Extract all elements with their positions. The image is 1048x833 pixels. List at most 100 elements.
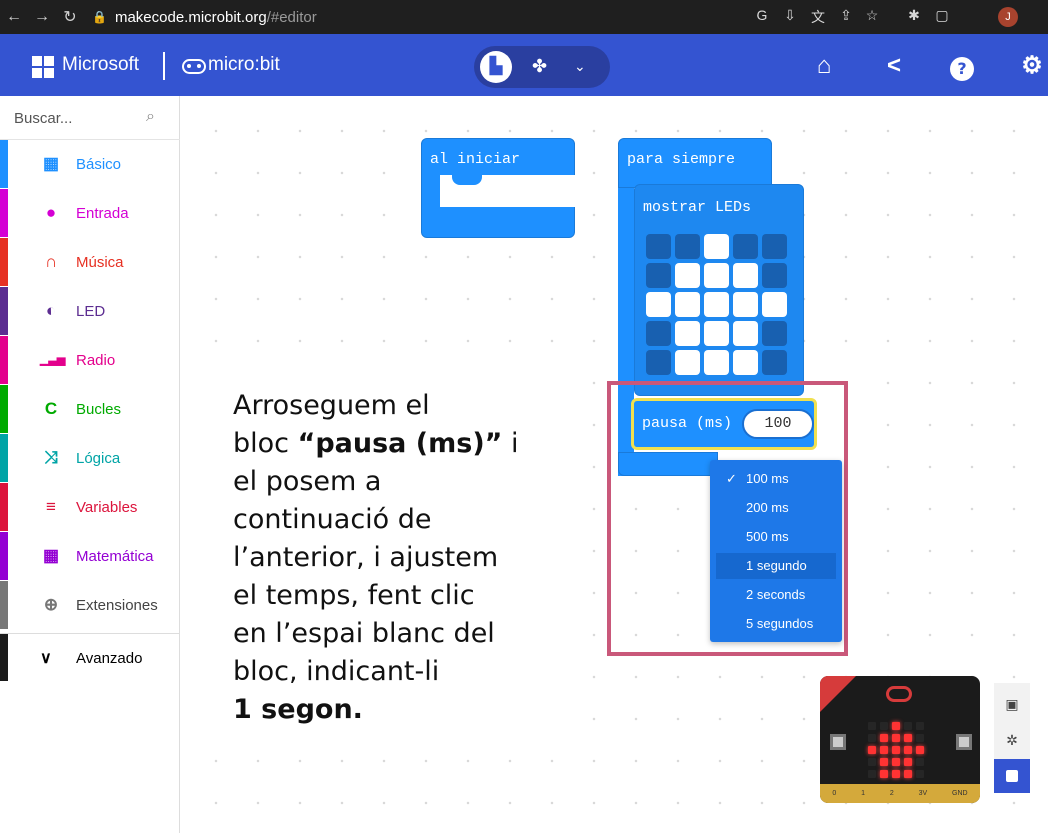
led-cell[interactable]: [704, 263, 729, 288]
led-cell[interactable]: [762, 263, 787, 288]
led-cell[interactable]: [733, 263, 758, 288]
category-item[interactable]: ◐ LED: [0, 287, 180, 335]
led-cell[interactable]: [675, 263, 700, 288]
dropdown-option-label: 2 seconds: [746, 587, 806, 602]
led-cell[interactable]: [675, 321, 700, 346]
touch-logo[interactable]: [886, 686, 912, 702]
reload-icon[interactable]: ↻: [56, 7, 84, 27]
bookmark-star-icon[interactable]: ☆: [862, 7, 882, 27]
led-cell[interactable]: [762, 350, 787, 375]
chevron-down-icon[interactable]: ⌄: [574, 58, 586, 75]
dropdown-option[interactable]: 200 ms: [716, 495, 836, 521]
browser-toolbar: ← → ↻ 🔒 makecode.microbit.org/#editor G …: [0, 0, 1048, 34]
search-input[interactable]: Buscar...: [14, 110, 72, 127]
simulator-toolbar: ▣ ✲: [994, 683, 1030, 793]
category-item[interactable]: ▦ Básico: [0, 140, 180, 188]
led-cell[interactable]: [675, 292, 700, 317]
product-name[interactable]: micro:bit: [208, 54, 280, 76]
forever-block[interactable]: para siempre: [618, 138, 772, 188]
led-cell[interactable]: [646, 263, 671, 288]
on-start-empty-slot[interactable]: [440, 175, 576, 207]
led-cell[interactable]: [675, 350, 700, 375]
address-bar[interactable]: 🔒 makecode.microbit.org/#editor: [92, 4, 317, 30]
search-box[interactable]: Buscar... ⌕: [0, 96, 180, 140]
install-icon[interactable]: ⇩: [780, 7, 800, 27]
sidepanel-icon[interactable]: ▢: [932, 7, 952, 27]
led-cell[interactable]: [646, 234, 671, 259]
simulator-led: [916, 734, 924, 742]
translate-icon[interactable]: 文: [808, 7, 828, 27]
led-cell[interactable]: [675, 234, 700, 259]
category-label: Radio: [76, 352, 116, 369]
python-mode-icon[interactable]: ✤: [532, 56, 547, 77]
search-icon[interactable]: ⌕: [146, 108, 155, 126]
category-item[interactable]: C Bucles: [0, 385, 180, 433]
dropdown-option[interactable]: 5 segundos: [716, 611, 836, 637]
screenshot-icon[interactable]: ▣: [994, 687, 1030, 721]
dropdown-option-label: 100 ms: [746, 471, 789, 486]
led-cell[interactable]: [733, 350, 758, 375]
microbit-simulator[interactable]: 0 1 2 3V GND: [820, 676, 980, 803]
pin-label[interactable]: GND: [952, 790, 968, 797]
profile-avatar[interactable]: J: [998, 7, 1018, 27]
led-cell[interactable]: [733, 321, 758, 346]
simulator-led: [904, 758, 912, 766]
help-icon[interactable]: ?: [944, 48, 980, 84]
category-advanced[interactable]: ∨ Avanzado: [0, 633, 180, 681]
dropdown-option[interactable]: 500 ms: [716, 524, 836, 550]
lines-icon: ≡: [46, 497, 56, 516]
led-cell[interactable]: [762, 234, 787, 259]
category-color-bar: [0, 385, 8, 433]
led-cell[interactable]: [646, 350, 671, 375]
home-icon[interactable]: ⌂: [806, 48, 842, 84]
led-cell[interactable]: [733, 234, 758, 259]
led-cell[interactable]: [646, 321, 671, 346]
toggle-icon: ◐: [45, 301, 57, 320]
microbit-logo-icon: [182, 59, 206, 74]
category-item[interactable]: ⊕ Extensiones: [0, 581, 180, 629]
led-cell[interactable]: [704, 292, 729, 317]
editor-mode-toggle[interactable]: ▙ ✤ ⌄: [474, 46, 610, 88]
category-item[interactable]: ∩ Música: [0, 238, 180, 286]
headphones-icon: ∩: [44, 252, 58, 271]
simulator-led: [880, 722, 888, 730]
category-item[interactable]: ▦ Matemática: [0, 532, 180, 580]
simulator-led: [892, 746, 900, 754]
block-label: al iniciar: [430, 151, 521, 168]
pin-label[interactable]: 1: [861, 790, 865, 797]
category-item[interactable]: ● Entrada: [0, 189, 180, 237]
button-b[interactable]: [956, 734, 972, 750]
simulator-led: [880, 758, 888, 766]
dropdown-option[interactable]: 2 seconds: [716, 582, 836, 608]
dropdown-option[interactable]: 1 segundo: [716, 553, 836, 579]
led-cell[interactable]: [704, 234, 729, 259]
led-cell[interactable]: [733, 292, 758, 317]
share-icon[interactable]: <: [876, 48, 912, 84]
google-icon[interactable]: G: [752, 7, 772, 27]
led-cell[interactable]: [704, 321, 729, 346]
blocks-mode-icon[interactable]: ▙: [480, 51, 512, 83]
led-cell[interactable]: [762, 292, 787, 317]
button-a[interactable]: [830, 734, 846, 750]
led-cell[interactable]: [762, 321, 787, 346]
share-page-icon[interactable]: ⇪: [836, 7, 856, 27]
pin-label[interactable]: 0: [832, 790, 836, 797]
category-item[interactable]: ⤨ Lógica: [0, 434, 180, 482]
led-editor-grid: [646, 234, 787, 375]
extensions-puzzle-icon[interactable]: ✱: [904, 7, 924, 27]
dropdown-option[interactable]: ✓ 100 ms: [716, 466, 836, 492]
category-item[interactable]: ▁▃▅ Radio: [0, 336, 180, 384]
category-label: LED: [76, 303, 106, 320]
category-item[interactable]: ≡ Variables: [0, 483, 180, 531]
debug-bug-icon[interactable]: ✲: [994, 723, 1030, 757]
pause-duration-dropdown[interactable]: ✓ 100 ms 200 ms 500 ms 1 segundo 2 seconds 5 s…: [710, 460, 842, 642]
note-line: 1 segon.: [233, 691, 568, 729]
gear-icon[interactable]: ⚙: [1014, 48, 1048, 84]
back-arrow-icon[interactable]: ←: [0, 8, 28, 26]
stop-button[interactable]: [994, 759, 1030, 793]
led-cell[interactable]: [704, 350, 729, 375]
forward-arrow-icon[interactable]: →: [28, 8, 56, 26]
pin-label[interactable]: 2: [890, 790, 894, 797]
pin-label[interactable]: 3V: [919, 790, 928, 797]
led-cell[interactable]: [646, 292, 671, 317]
